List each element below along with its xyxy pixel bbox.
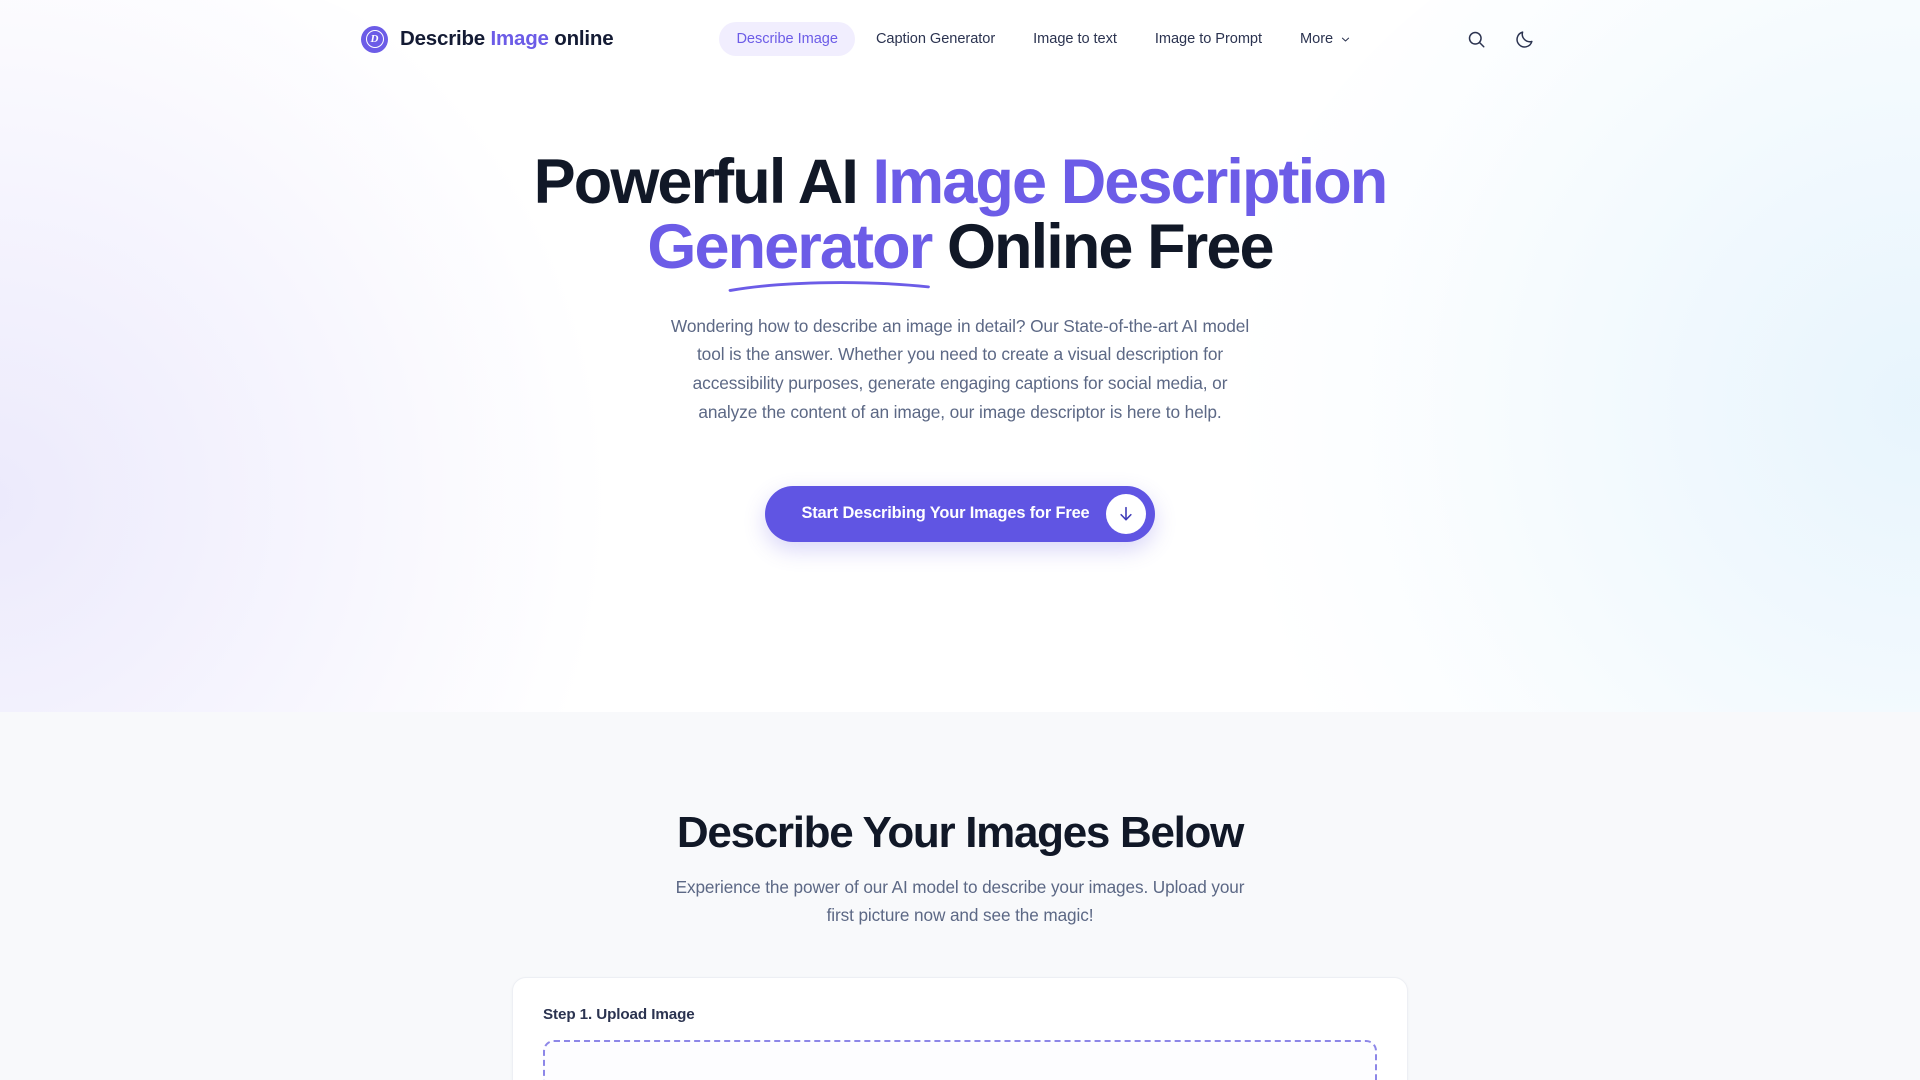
headline-accent-2-wrap: Generator [647,211,933,292]
brand-word-1: Describe [400,27,486,50]
start-describing-label: Start Describing Your Images for Free [801,504,1090,523]
chevron-down-icon [1341,37,1350,42]
moon-icon[interactable] [1513,28,1535,50]
nav-link-more[interactable]: More [1283,22,1368,56]
section-subtitle: Experience the power of our AI model to … [675,877,1245,925]
nav-link-image-to-prompt[interactable]: Image to Prompt [1138,22,1279,56]
page-title: Powerful AI Image Description Generator … [440,147,1480,292]
nav-link-image-to-text[interactable]: Image to text [1016,22,1134,56]
headline-accent-1: Image Description [872,147,1389,217]
top-navigation-bar: D Describe Image online Describe Image C… [0,0,1920,78]
hero-section: D Describe Image online Describe Image C… [0,0,1920,712]
headline-plain-1: Powerful AI [533,147,873,217]
nav-link-caption-generator[interactable]: Caption Generator [859,22,1012,56]
hero-subtitle: Wondering how to describe an image in de… [670,315,1250,422]
logo-icon: D [361,25,388,53]
nav-link-more-label: More [1300,31,1334,47]
nav-links: Describe Image Caption Generator Image t… [719,22,1368,56]
brand-logo[interactable]: D Describe Image online [361,25,614,53]
brand-name: Describe Image online [400,27,614,51]
hero-cta-wrap: Start Describing Your Images for Free [0,485,1920,542]
landing-page: D Describe Image online Describe Image C… [0,0,1920,1080]
arrow-down-icon [1105,493,1146,534]
section-title: Describe Your Images Below [676,808,1244,857]
nav-actions [1465,28,1535,50]
headline-accent-2: Generator [647,211,933,282]
upload-card: Step 1. Upload Image [512,977,1408,1080]
headline-plain-2: Online Free [931,211,1275,282]
logo-letter: D [365,30,384,48]
image-dropzone[interactable] [543,1040,1377,1080]
brand-word-3: online [554,27,614,50]
search-icon[interactable] [1465,28,1487,50]
start-describing-button[interactable]: Start Describing Your Images for Free [765,485,1155,542]
step-1-label: Step 1. Upload Image [543,1006,695,1024]
nav-link-describe-image[interactable]: Describe Image [719,22,855,56]
brand-word-2: Image [490,27,549,50]
hero-content: Powerful AI Image Description Generator … [0,78,1920,542]
describe-below-section: Describe Your Images Below Experience th… [0,712,1920,1080]
